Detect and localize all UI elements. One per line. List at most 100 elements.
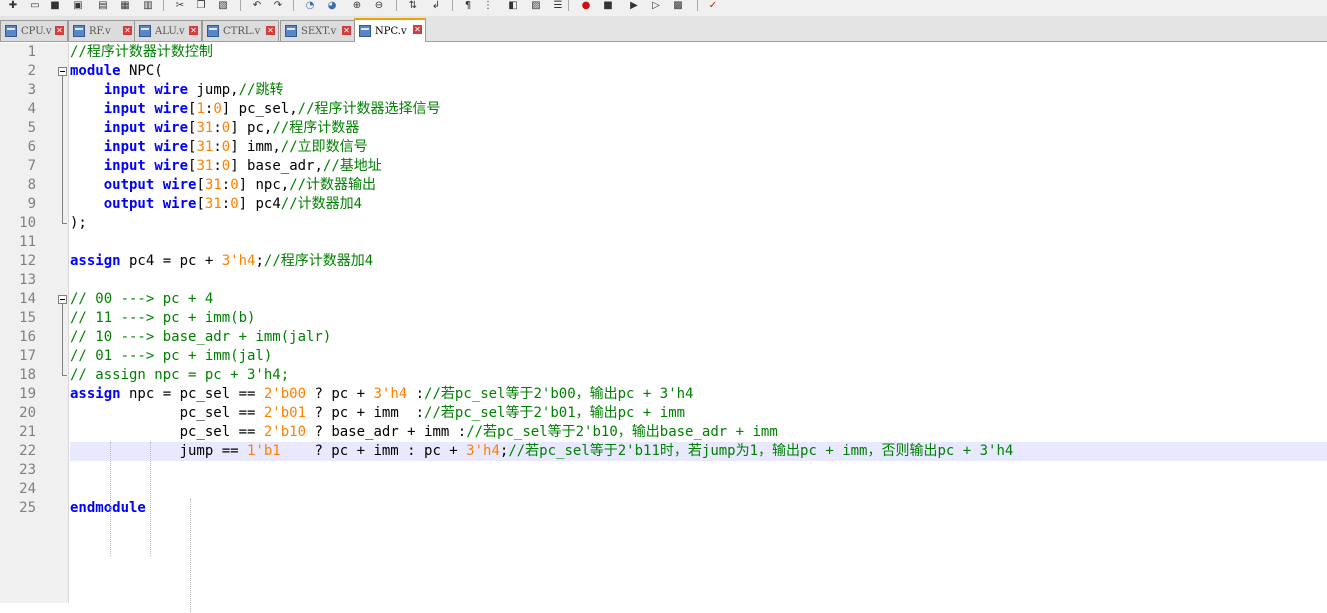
line-number: 15	[19, 310, 36, 326]
line-number: 6	[27, 139, 36, 155]
indent-guide	[110, 442, 111, 556]
line-number: 17	[19, 348, 36, 364]
doc-map-icon[interactable]: ▨	[528, 0, 544, 11]
code-number: 31	[196, 158, 214, 174]
print-icon[interactable]: ▥	[140, 0, 156, 11]
code-number: 0	[230, 177, 239, 193]
code-line[interactable]: pc_sel == 2'b01 ? pc + imm ://若pc_sel等于2…	[70, 404, 686, 423]
code-keyword: wire	[154, 120, 189, 136]
spell-check-icon[interactable]: ✓	[705, 0, 721, 11]
line-number: 21	[19, 424, 36, 440]
code-text: ] imm,	[230, 139, 281, 155]
close-tab-icon[interactable]: ✕	[123, 26, 132, 35]
zoom-in-icon[interactable]: ⊕	[349, 0, 365, 11]
file-icon	[73, 25, 85, 37]
undo-icon[interactable]: ↶	[249, 0, 265, 11]
open-file-icon[interactable]: ▭	[27, 0, 43, 11]
code-line[interactable]: pc_sel == 2'b10 ? base_adr + imm ://若pc_…	[70, 423, 778, 442]
tab-sext-v[interactable]: SEXT.v ✕	[280, 20, 355, 41]
code-line[interactable]: // 11 ---> pc + imm(b)	[70, 309, 255, 328]
code-line[interactable]: input wire jump,//跳转	[70, 81, 284, 100]
line-number: 12	[19, 253, 36, 269]
code-line[interactable]: // 10 ---> base_adr + imm(jalr)	[70, 328, 331, 347]
line-number-gutter: 1 2 3 4 5 6 7 8 9 10 11 12 13 14 15 16 17 18 19 20 21 22 23 24 2…	[0, 43, 69, 603]
copy-icon[interactable]: ❐	[193, 0, 209, 11]
fold-toggle-icon[interactable]	[58, 295, 67, 304]
code-text: ? pc + imm : pc +	[280, 443, 467, 459]
save-icon[interactable]: ■	[47, 0, 63, 11]
replace-icon[interactable]: ◕	[324, 0, 340, 11]
tab-rf-v[interactable]: RF.v ✕	[68, 20, 136, 41]
code-line[interactable]: input wire[1:0] pc_sel,//程序计数器选择信号	[70, 100, 441, 119]
close-tab-icon[interactable]: ✕	[413, 25, 422, 34]
tab-npc-v[interactable]: NPC.v ✕	[354, 18, 426, 42]
code-line[interactable]: // 00 ---> pc + 4	[70, 290, 213, 309]
code-number: 0	[213, 101, 222, 117]
record-macro-icon[interactable]: ●	[578, 0, 594, 11]
code-text: pc4 = pc +	[120, 253, 222, 269]
line-number: 9	[27, 196, 36, 212]
code-number: 1	[196, 101, 205, 117]
tab-alu-v[interactable]: ALU.v ✕	[134, 20, 202, 41]
code-line[interactable]: // 01 ---> pc + imm(jal)	[70, 347, 272, 366]
run-macro-icon[interactable]: ▷	[648, 0, 664, 11]
code-text: );	[70, 215, 87, 231]
toolbar-separator	[396, 0, 397, 11]
play-macro-icon[interactable]: ▶	[626, 0, 642, 11]
code-editor[interactable]: //程序计数器计数控制 module NPC( input wire jump,/…	[70, 43, 1327, 613]
close-tab-icon[interactable]: ✕	[189, 26, 198, 35]
paste-icon[interactable]: ▧	[215, 0, 231, 11]
code-number: 2'b00	[263, 386, 307, 402]
word-wrap-icon[interactable]: ↲	[428, 0, 444, 11]
close-tab-icon[interactable]: ✕	[266, 26, 275, 35]
code-number: 3'h4	[466, 443, 500, 459]
function-list-icon[interactable]: ☰	[550, 0, 566, 11]
code-line[interactable]: input wire[31:0] pc,//程序计数器	[70, 119, 360, 138]
code-comment: //基地址	[322, 158, 382, 174]
code-line[interactable]: input wire[31:0] base_adr,//基地址	[70, 157, 382, 176]
close-icon[interactable]: ▤	[95, 0, 111, 11]
code-line[interactable]: module NPC(	[70, 62, 163, 81]
save-all-icon[interactable]: ▣	[70, 0, 86, 11]
code-line[interactable]: endmodule	[70, 499, 146, 518]
zoom-out-icon[interactable]: ⊖	[371, 0, 387, 11]
code-text: ;	[255, 253, 264, 269]
close-tab-icon[interactable]: ✕	[55, 26, 64, 35]
close-tab-icon[interactable]: ✕	[342, 26, 351, 35]
line-number: 2	[27, 63, 36, 79]
stop-macro-icon[interactable]: ■	[600, 0, 616, 11]
code-keyword: output	[103, 177, 155, 193]
tab-label: SEXT.v	[301, 25, 337, 37]
sync-scroll-icon[interactable]: ⇅	[405, 0, 421, 11]
code-line[interactable]: output wire[31:0] npc,//计数器输出	[70, 176, 376, 195]
code-line[interactable]: output wire[31:0] pc4//计数器加4	[70, 195, 362, 214]
close-all-icon[interactable]: ▦	[117, 0, 133, 11]
save-macro-icon[interactable]: ▩	[670, 0, 686, 11]
indent-guide-icon[interactable]: ⋮	[480, 0, 496, 11]
line-number: 22	[19, 443, 36, 459]
show-all-chars-icon[interactable]: ¶	[460, 0, 476, 11]
code-line[interactable]: assign npc = pc_sel == 2'b00 ? pc + 3'h4…	[70, 385, 693, 404]
code-line[interactable]: jump == 1'b1 ? pc + imm : pc + 3'h4;//若p…	[70, 442, 1014, 461]
code-line[interactable]: );	[70, 214, 87, 233]
code-line[interactable]: assign pc4 = pc + 3'h4;//程序计数器加4	[70, 252, 373, 271]
cut-icon[interactable]: ✂	[172, 0, 188, 11]
line-number: 1	[27, 44, 36, 60]
fold-line	[62, 304, 63, 375]
fold-toggle-icon[interactable]	[58, 67, 67, 76]
code-text: :	[213, 139, 222, 155]
find-icon[interactable]: ◔	[302, 0, 318, 11]
code-line[interactable]: input wire[31:0] imm,//立即数信号	[70, 138, 368, 157]
code-line[interactable]: //程序计数器计数控制	[70, 43, 213, 62]
tab-ctrl-v[interactable]: CTRL.v ✕	[202, 20, 279, 41]
new-file-icon[interactable]: ✚	[5, 0, 21, 11]
line-number: 16	[19, 329, 36, 345]
tab-cpu-v[interactable]: CPU.v ✕	[0, 20, 68, 41]
user-language-icon[interactable]: ◧	[505, 0, 521, 11]
code-number: 0	[221, 158, 231, 174]
code-number: 0	[221, 139, 231, 155]
redo-icon[interactable]: ↷	[270, 0, 286, 11]
code-line[interactable]: // assign npc = pc + 3'h4;	[70, 366, 289, 385]
